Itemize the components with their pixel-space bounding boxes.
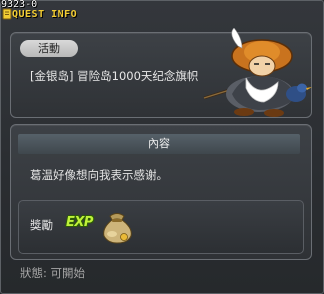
npc-portrait-icon xyxy=(203,28,312,117)
money-bag-icon xyxy=(103,213,132,244)
quest-status: 狀態: 可開始 xyxy=(20,265,85,281)
status-value: 可開始 xyxy=(50,266,86,280)
quest-info-icon xyxy=(2,8,12,20)
content-text: 葛温好像想向我表示感谢。 xyxy=(30,168,168,182)
status-label: 狀態: xyxy=(20,266,47,280)
content-header: 內容 xyxy=(18,134,300,154)
quest-category-tag: 活動 xyxy=(20,40,78,57)
exp-icon: EXP xyxy=(66,215,93,230)
window-title: QUEST INFO xyxy=(12,9,78,20)
reward-label: 獎勵 xyxy=(30,218,53,232)
reward-box xyxy=(18,200,304,254)
quest-name: [金银岛] 冒险岛1000天纪念旗帜 xyxy=(30,69,199,83)
